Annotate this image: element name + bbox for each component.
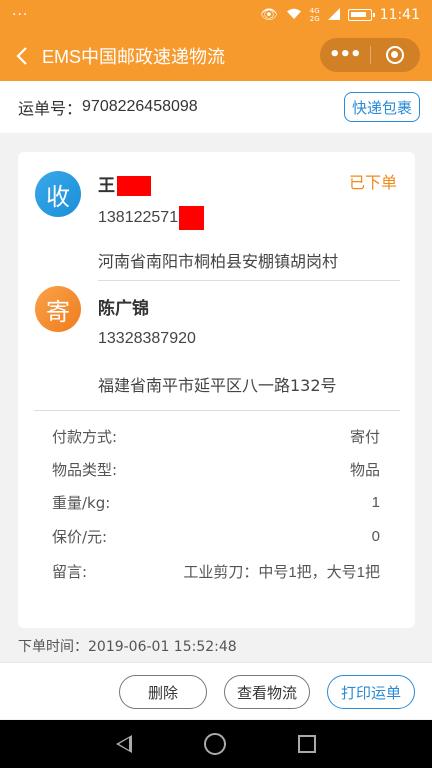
signal-icon: 4G 2G <box>310 7 320 23</box>
divider <box>34 410 400 411</box>
divider <box>98 280 400 281</box>
page-title: EMS中国邮政速递物流 <box>42 46 226 67</box>
detail-row-message: 留言: 工业剪刀：中号1把，大号1把 <box>52 559 380 583</box>
system-recents-icon[interactable] <box>298 735 316 753</box>
receiver-phone: 138122571 <box>98 206 205 230</box>
more-menu-button[interactable]: ••• <box>320 38 370 72</box>
detail-label: 重量/kg: <box>52 493 111 512</box>
receiver-phone-text: 138122571 <box>98 209 179 227</box>
navigation-bar: EMS中国邮政速递物流 ••• <box>0 30 432 81</box>
sender-phone: 13328387920 <box>98 330 196 347</box>
redaction-block <box>117 176 151 196</box>
detail-label: 保价/元: <box>52 527 108 546</box>
order-status: 已下单 <box>348 173 397 192</box>
receiver-name-text: 王 <box>98 176 115 196</box>
status-bar: ··· 👁 4G 2G 11:41 <box>0 0 432 30</box>
print-waybill-button[interactable]: 打印运单 <box>327 675 415 709</box>
receiver-address: 河南省南阳市桐柏县安棚镇胡岗村 <box>98 252 339 271</box>
detail-label: 物品类型: <box>52 460 118 479</box>
sender-name: 陈广锦 <box>98 299 149 319</box>
view-logistics-button[interactable]: 查看物流 <box>224 675 310 709</box>
detail-value: 工业剪刀：中号1把，大号1把 <box>183 563 380 581</box>
system-back-icon[interactable] <box>116 735 132 753</box>
detail-value: 0 <box>371 527 380 545</box>
detail-row-insurance: 保价/元: 0 <box>52 524 380 548</box>
order-time: 下单时间：2019-06-01 15:52:48 <box>18 639 237 655</box>
close-program-button[interactable] <box>371 38 421 72</box>
detail-value: 1 <box>371 493 380 511</box>
detail-value: 物品 <box>349 461 380 479</box>
tracking-number: 9708226458098 <box>82 98 198 115</box>
clock: 11:41 <box>379 7 420 23</box>
receiver-badge: 收 <box>35 171 81 217</box>
status-icons: 👁 4G 2G 11:41 <box>260 7 420 23</box>
action-bar: 删除 查看物流 打印运单 <box>0 662 432 719</box>
order-card: 收 王 已下单 138122571 河南省南阳市桐柏县安棚镇胡岗村 寄 陈广锦 … <box>18 152 415 628</box>
wifi-icon <box>286 8 302 23</box>
sender-badge: 寄 <box>35 286 81 332</box>
sender-address: 福建省南平市延平区八一路132号 <box>98 376 337 395</box>
network-type-2: 2G <box>309 15 320 23</box>
express-package-button[interactable]: 快递包裹 <box>344 92 420 122</box>
detail-label: 付款方式: <box>52 427 118 446</box>
system-home-icon[interactable] <box>204 733 226 755</box>
mini-program-capsule: ••• <box>320 38 420 72</box>
target-icon <box>386 46 405 64</box>
notification-dots: ··· <box>12 7 29 23</box>
detail-row-weight: 重量/kg: 1 <box>52 490 380 514</box>
detail-value: 寄付 <box>349 428 380 446</box>
receiver-name: 王 <box>98 171 151 196</box>
delete-button[interactable]: 删除 <box>119 675 207 709</box>
redaction-block <box>179 206 205 230</box>
back-arrow-icon[interactable] <box>4 30 40 81</box>
more-dots-icon: ••• <box>328 44 362 65</box>
tracking-number-row: 运单号： 9708226458098 快递包裹 <box>0 81 432 133</box>
system-navigation-bar <box>0 720 432 768</box>
detail-row-item-type: 物品类型: 物品 <box>52 457 380 481</box>
detail-row-payment: 付款方式: 寄付 <box>52 424 380 448</box>
network-type-1: 4G <box>309 7 320 15</box>
detail-label: 留言: <box>52 562 88 581</box>
eye-icon: 👁 <box>259 7 278 23</box>
tracking-label: 运单号： <box>18 101 83 118</box>
signal-bars-icon <box>327 7 340 23</box>
battery-icon <box>347 9 375 21</box>
